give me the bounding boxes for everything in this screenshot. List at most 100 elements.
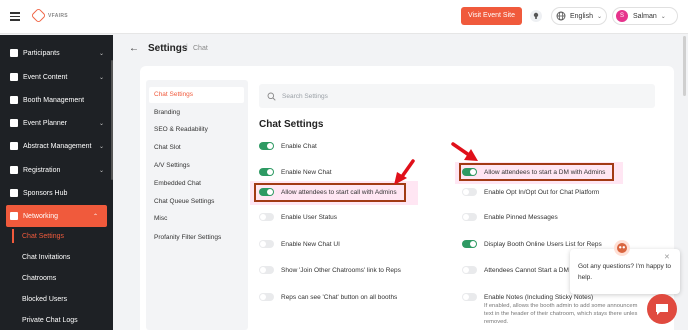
logo-mark-icon xyxy=(30,7,47,24)
option-enable-chat[interactable]: Enable Chat xyxy=(259,139,317,153)
toggle-switch[interactable] xyxy=(462,213,477,221)
sidebar-item-abstract-management[interactable]: Abstract Management ⌄ xyxy=(0,135,113,157)
toggle-switch[interactable] xyxy=(259,213,274,221)
option-label: Enable User Status xyxy=(281,213,338,221)
option-description: If enabled, allows the booth admin to ad… xyxy=(484,303,638,309)
toggle-switch[interactable] xyxy=(462,293,477,301)
chevron-down-icon: ⌄ xyxy=(660,13,666,20)
visit-event-site-button[interactable]: Visit Event Site xyxy=(461,7,522,25)
option-attendees-cannot-start-dm[interactable]: Attendees Cannot Start a DM xyxy=(462,263,569,277)
sidebar-item-registration[interactable]: Registration ⌄ xyxy=(0,159,113,181)
chevron-down-icon: ⌄ xyxy=(98,74,104,81)
vfairs-logo[interactable]: VFAIRS xyxy=(30,7,68,24)
option-label: Enable New Chat xyxy=(281,168,332,176)
subnav-seo-readability[interactable]: SEO & Readability xyxy=(146,122,248,138)
sidebar-item-booth-management[interactable]: Booth Management xyxy=(0,89,113,111)
user-name: Salman xyxy=(633,12,657,20)
sidebar-subitem-private-chat-logs[interactable]: Private Chat Logs xyxy=(0,310,113,330)
subnav-chat-slot[interactable]: Chat Slot xyxy=(146,140,248,156)
breadcrumb: Chat xyxy=(193,45,208,52)
page-scrollbar[interactable] xyxy=(683,36,686,96)
language-label: English xyxy=(570,12,593,20)
avatar: S xyxy=(616,10,628,22)
sidebar-item-sponsors-hub[interactable]: Sponsors Hub xyxy=(0,182,113,204)
chevron-down-icon: ⌄ xyxy=(98,50,104,57)
toggle-switch[interactable] xyxy=(462,188,477,196)
sidebar-item-participants[interactable]: Participants ⌄ xyxy=(0,42,113,64)
sidebar-subitem-chat-invitations[interactable]: Chat Invitations xyxy=(0,247,113,267)
sidebar-subitem-blocked-users[interactable]: Blocked Users xyxy=(0,289,113,309)
subnav-embedded-chat[interactable]: Embedded Chat xyxy=(146,176,248,192)
option-label: Show 'Join Other Chatrooms' link to Reps xyxy=(281,266,401,274)
sponsors-icon xyxy=(10,189,18,197)
registration-icon xyxy=(10,166,18,174)
top-bar: VFAIRS Visit Event Site English ⌄ S Salm… xyxy=(0,0,688,34)
subnav-profanity-filter-settings[interactable]: Profanity Filter Settings xyxy=(146,230,248,246)
toggle-switch[interactable] xyxy=(259,266,274,274)
option-description: removed. xyxy=(484,319,509,325)
section-title: Chat Settings xyxy=(259,119,324,130)
annotation-highlight-box xyxy=(254,183,406,202)
option-description: text in the header of their chatroom, wh… xyxy=(484,311,638,317)
sidebar-subitem-chatrooms[interactable]: Chatrooms xyxy=(0,268,113,288)
option-label: Enable New Chat UI xyxy=(281,240,340,248)
option-enable-pinned-messages[interactable]: Enable Pinned Messages xyxy=(462,210,558,224)
chat-bubble-icon[interactable] xyxy=(647,294,677,324)
event-planner-icon xyxy=(10,119,18,127)
option-enable-new-chat-ui[interactable]: Enable New Chat UI xyxy=(259,237,340,251)
subnav-branding[interactable]: Branding xyxy=(146,105,248,121)
subnav-av-settings[interactable]: A/V Settings xyxy=(146,158,248,174)
hamburger-menu-icon[interactable] xyxy=(10,12,20,23)
option-label: Display Booth Online Users List for Reps xyxy=(484,240,602,248)
option-reps-see-chat-button[interactable]: Reps can see 'Chat' button on all booths xyxy=(259,290,397,304)
option-label: Reps can see 'Chat' button on all booths xyxy=(281,293,398,301)
sidebar-item-event-planner[interactable]: Event Planner ⌄ xyxy=(0,112,113,134)
language-selector[interactable]: English ⌄ xyxy=(551,7,607,25)
sidebar-item-label: Abstract Management xyxy=(23,142,92,150)
toggle-switch[interactable] xyxy=(259,168,274,176)
option-label: Enable Opt In/Opt Out for Chat Platform xyxy=(484,188,600,196)
toggle-switch[interactable] xyxy=(462,266,477,274)
sidebar-item-label: Booth Management xyxy=(23,96,85,104)
annotation-highlight-box xyxy=(459,163,614,181)
abstract-icon xyxy=(10,142,18,150)
participants-icon xyxy=(10,49,18,57)
toggle-switch[interactable] xyxy=(259,293,274,301)
option-enable-user-status[interactable]: Enable User Status xyxy=(259,210,337,224)
chevron-down-icon: ⌄ xyxy=(98,143,104,150)
sidebar-subitem-chat-settings[interactable]: Chat Settings xyxy=(0,226,113,246)
chatbot-avatar-icon xyxy=(614,240,630,256)
option-enable-opt-in-out[interactable]: Enable Opt In/Opt Out for Chat Platform xyxy=(462,185,599,199)
breadcrumb-separator: | xyxy=(186,44,188,51)
back-arrow-icon[interactable]: ← xyxy=(129,43,139,54)
sidebar-item-networking[interactable]: Networking ⌃ xyxy=(6,205,107,227)
sidebar-item-label: Event Content xyxy=(23,73,68,81)
subnav-chat-settings[interactable]: Chat Settings xyxy=(149,87,244,103)
user-menu[interactable]: S Salman ⌄ xyxy=(612,7,678,25)
sidebar-item-label: Sponsors Hub xyxy=(23,189,68,197)
sidebar-item-label: Networking xyxy=(23,212,59,220)
close-icon[interactable]: ✕ xyxy=(664,253,670,261)
sidebar-item-event-content[interactable]: Event Content ⌄ xyxy=(0,66,113,88)
toggle-switch[interactable] xyxy=(462,240,477,248)
sidebar-item-label: Event Planner xyxy=(23,119,67,127)
annotation-arrow-icon xyxy=(394,159,415,185)
option-label: Enable Chat xyxy=(281,142,317,150)
globe-icon xyxy=(556,11,566,21)
event-content-icon xyxy=(10,73,18,81)
logo-text: VFAIRS xyxy=(48,12,68,19)
option-show-join-other-chatrooms[interactable]: Show 'Join Other Chatrooms' link to Reps xyxy=(259,263,401,277)
toggle-switch[interactable] xyxy=(259,240,274,248)
subnav-chat-queue-settings[interactable]: Chat Queue Settings xyxy=(146,194,248,210)
sidebar-item-label: Registration xyxy=(23,166,61,174)
option-label: Enable Pinned Messages xyxy=(484,213,558,221)
lightbulb-icon[interactable] xyxy=(530,10,542,22)
option-enable-new-chat[interactable]: Enable New Chat xyxy=(259,165,332,179)
search-input[interactable]: Search Settings xyxy=(259,84,655,108)
chevron-down-icon: ⌄ xyxy=(98,120,104,127)
option-label: Enable Notes (Including Sticky Notes) xyxy=(484,293,594,301)
search-placeholder: Search Settings xyxy=(282,92,328,100)
annotation-arrow-icon xyxy=(451,142,478,161)
subnav-misc[interactable]: Misc xyxy=(146,211,248,227)
toggle-switch[interactable] xyxy=(259,142,274,150)
